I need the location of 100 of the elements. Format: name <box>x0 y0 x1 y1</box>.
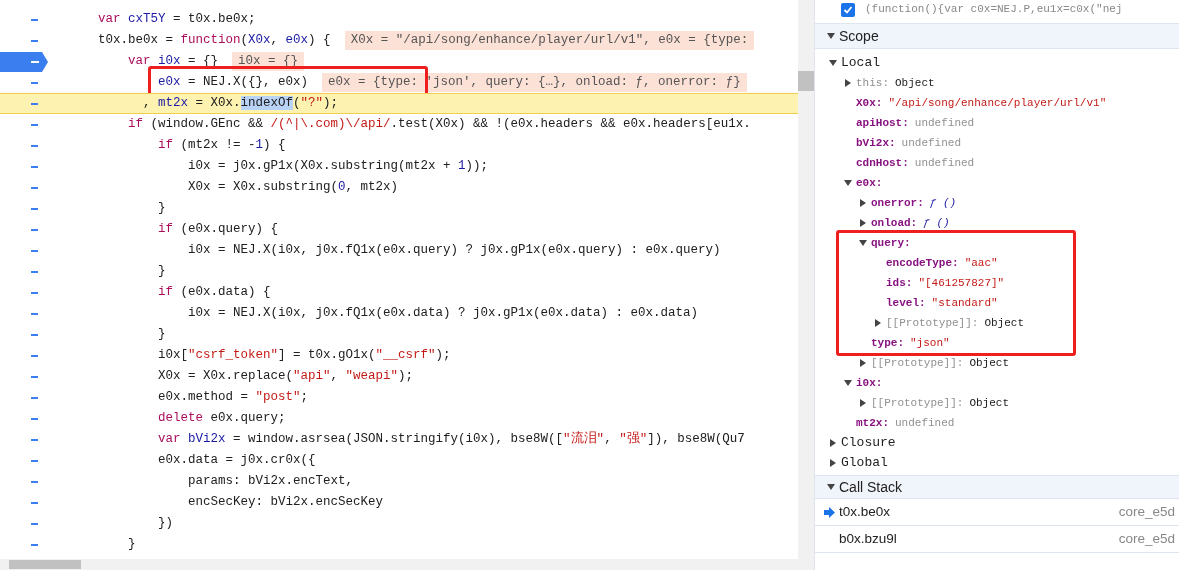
property-name[interactable]: level: <box>886 294 926 312</box>
line-marker-icon[interactable] <box>31 207 38 210</box>
scope-section[interactable]: Global <box>841 453 888 473</box>
expand-triangle-icon[interactable] <box>873 318 883 328</box>
inline-value: e0x = {type: 'json', query: {…}, onload: ƒ, onerror: ƒ} <box>322 73 747 92</box>
property-value: undefined <box>914 155 975 171</box>
line-marker-icon[interactable] <box>31 102 38 105</box>
property-value: "standard" <box>931 295 998 311</box>
call-stack-frame[interactable]: b0x.bzu9l core_e5d <box>815 526 1179 553</box>
property-name[interactable]: onerror: <box>871 194 924 212</box>
code-line: , mt2x = X0x.indexOf("?"); <box>142 95 339 113</box>
code-line: e0x.data = j0x.cr0x({ <box>157 452 316 470</box>
line-marker-icon[interactable] <box>31 480 38 483</box>
expand-triangle-icon[interactable] <box>858 358 868 368</box>
collapse-triangle-icon[interactable] <box>826 31 836 41</box>
code-line: } <box>127 536 136 554</box>
code-line: } <box>157 263 166 281</box>
line-marker-icon[interactable] <box>31 312 38 315</box>
collapse-triangle-icon[interactable] <box>828 58 838 68</box>
code-line: i0x = NEJ.X(i0x, j0x.fQ1x(e0x.query) ? j0x.gP1x(e0x.query) : e0x.query) <box>187 242 721 260</box>
expand-triangle-icon[interactable] <box>828 458 838 468</box>
code-line: i0x = NEJ.X(i0x, j0x.fQ1x(e0x.data) ? j0x.gP1x(e0x.data) : e0x.data) <box>187 305 699 323</box>
property-value: "aac" <box>964 255 998 271</box>
code-line: t0x.be0x = function(X0x, e0x) { <box>97 32 331 50</box>
collapse-triangle-icon[interactable] <box>843 378 853 388</box>
frame-name: t0x.be0x <box>839 502 892 521</box>
property-value: Object <box>969 395 1010 411</box>
scope-section[interactable]: Local <box>841 53 880 73</box>
line-marker-icon[interactable] <box>31 228 38 231</box>
breakpoint-code: (function(){var c0x=NEJ.P,eu1x=c0x("nej <box>865 2 1123 18</box>
line-marker-icon[interactable] <box>31 459 38 462</box>
code-line: delete e0x.query; <box>157 410 286 428</box>
line-marker-icon[interactable] <box>31 501 38 504</box>
expand-triangle-icon[interactable] <box>858 218 868 228</box>
expand-triangle-icon[interactable] <box>858 398 868 408</box>
section-header[interactable]: Call Stack <box>815 475 1179 499</box>
scope-section[interactable]: Closure <box>841 433 896 453</box>
line-marker-icon[interactable] <box>31 291 38 294</box>
property-name[interactable]: cdnHost: <box>856 154 909 172</box>
line-marker-icon[interactable] <box>31 375 38 378</box>
code-line: } <box>157 200 166 218</box>
line-marker-icon[interactable] <box>31 249 38 252</box>
line-marker-icon[interactable] <box>31 144 38 147</box>
property-value: "/api/song/enhance/player/url/v1" <box>888 95 1107 111</box>
expand-triangle-icon[interactable] <box>843 78 853 88</box>
vertical-scrollbar[interactable] <box>798 0 815 570</box>
code-line: if (e0x.data) { <box>157 284 271 302</box>
code-line: if (mt2x != -1) { <box>157 137 286 155</box>
line-marker-icon[interactable] <box>31 18 38 21</box>
code-line: X0x = X0x.substring(0, mt2x) <box>187 179 399 197</box>
checkbox[interactable] <box>841 2 855 17</box>
call-stack-frame[interactable]: t0x.be0x core_e5d <box>815 499 1179 526</box>
inline-value: X0x = "/api/song/enhance/player/url/v1", e0x = {type: <box>344 31 755 50</box>
code-line: i0x["csrf_token"] = t0x.gO1x("__csrf"); <box>157 347 451 365</box>
property-name[interactable]: ids: <box>886 274 913 292</box>
code-line: e0x = NEJ.X({}, e0x) <box>157 74 309 92</box>
code-line: var cxT5Y = t0x.be0x; <box>97 11 256 29</box>
property-name[interactable]: mt2x: <box>856 414 889 432</box>
line-marker-icon[interactable] <box>31 186 38 189</box>
frame-name: b0x.bzu9l <box>839 529 898 548</box>
collapse-triangle-icon[interactable] <box>826 482 836 492</box>
line-marker-icon[interactable] <box>31 39 38 42</box>
collapse-triangle-icon[interactable] <box>858 238 868 248</box>
code-line: if (e0x.query) { <box>157 221 279 239</box>
property-name[interactable]: bVi2x: <box>856 134 896 152</box>
property-value: ƒ () <box>923 215 950 231</box>
property-name[interactable]: encodeType: <box>886 254 959 272</box>
property-name[interactable]: query: <box>871 234 911 252</box>
property-value: undefined <box>901 135 962 151</box>
property-value: undefined <box>914 115 975 131</box>
horizontal-scrollbar[interactable] <box>0 559 798 570</box>
property-value: Object <box>969 355 1010 371</box>
line-marker-icon[interactable] <box>31 81 38 84</box>
line-marker-icon[interactable] <box>31 270 38 273</box>
line-marker-icon[interactable] <box>31 438 38 441</box>
code-line: e0x.method = "post"; <box>157 389 309 407</box>
property-value: Object <box>895 75 935 91</box>
property-name[interactable]: apiHost: <box>856 114 909 132</box>
line-marker-icon[interactable] <box>31 396 38 399</box>
code-line: encSecKey: bVi2x.encSecKey <box>187 494 384 512</box>
property-name[interactable]: i0x: <box>856 374 883 392</box>
breakpoint-marker-icon[interactable] <box>0 51 48 72</box>
line-marker-icon[interactable] <box>31 522 38 525</box>
line-marker-icon[interactable] <box>31 543 38 546</box>
property-name[interactable]: X0x: <box>856 94 883 112</box>
collapse-triangle-icon[interactable] <box>843 178 853 188</box>
expand-triangle-icon[interactable] <box>828 438 838 448</box>
line-marker-icon[interactable] <box>31 123 38 126</box>
property-name[interactable]: type: <box>871 334 904 352</box>
line-marker-icon[interactable] <box>31 417 38 420</box>
section-header[interactable]: Scope <box>815 23 1179 49</box>
line-marker-icon[interactable] <box>31 354 38 357</box>
property-name[interactable]: onload: <box>871 214 918 232</box>
expand-triangle-icon[interactable] <box>858 198 868 208</box>
code-line: i0x = j0x.gP1x(X0x.substring(mt2x + 1)); <box>187 158 489 176</box>
frame-location: core_e5d <box>1118 529 1175 548</box>
line-marker-icon[interactable] <box>31 333 38 336</box>
property-name[interactable]: e0x: <box>856 174 883 192</box>
line-marker-icon[interactable] <box>31 165 38 168</box>
frame-location: core_e5d <box>1118 502 1175 521</box>
